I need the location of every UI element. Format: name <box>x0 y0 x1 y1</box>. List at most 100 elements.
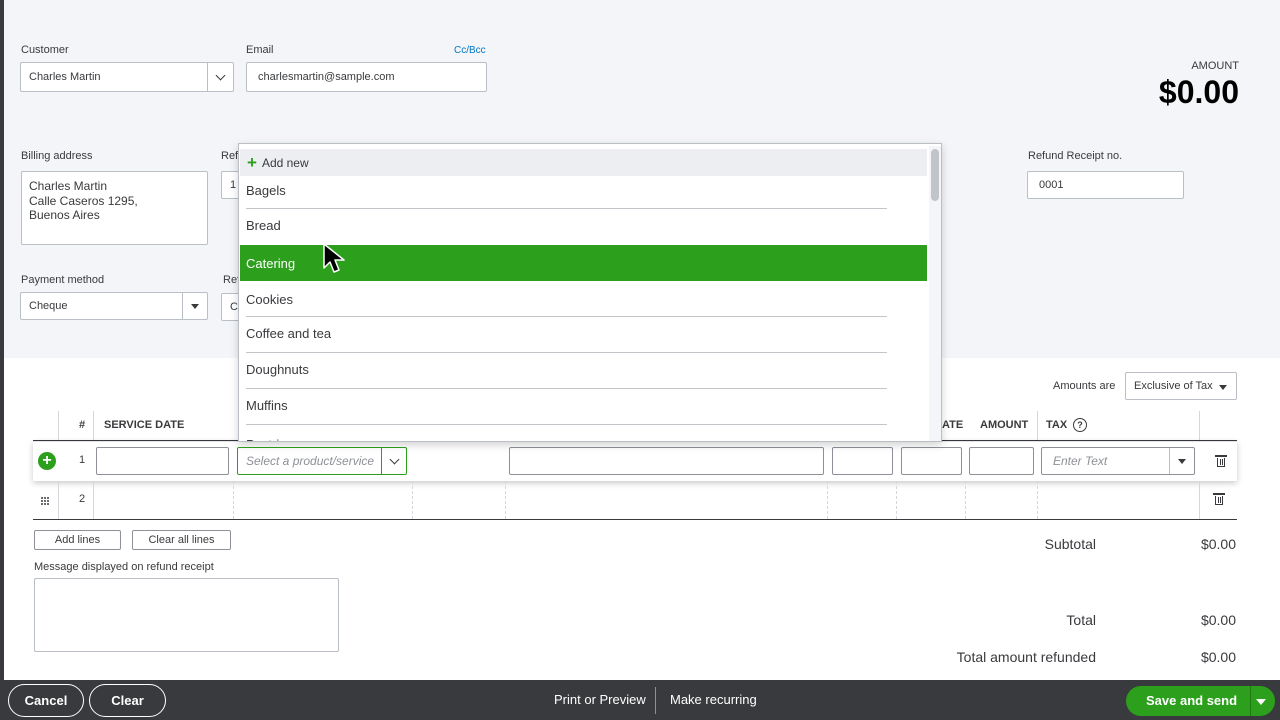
refund-receipt-no-label: Refund Receipt no. <box>1028 150 1123 162</box>
customer-select[interactable]: Charles Martin <box>20 62 234 92</box>
cc-bcc-link[interactable]: Cc/Bcc <box>454 45 486 56</box>
header-divider <box>1199 411 1200 440</box>
clear-button[interactable]: Clear <box>89 684 166 717</box>
table-bottom-border <box>33 519 1237 520</box>
clear-all-lines-button[interactable]: Clear all lines <box>132 530 231 550</box>
payment-method-value: Cheque <box>29 300 68 312</box>
help-icon[interactable]: ? <box>1073 418 1087 432</box>
refund-from-value: C <box>230 301 238 313</box>
add-new-label: Add new <box>261 155 309 170</box>
email-field[interactable]: charlesmartin@sample.com <box>246 62 487 92</box>
save-and-send-split-button[interactable]: Save and send <box>1126 686 1275 716</box>
row-divider <box>233 481 234 519</box>
refund-date-value: 1 <box>230 179 237 191</box>
delete-line-icon[interactable] <box>1215 455 1227 467</box>
dropdown-divider <box>246 352 887 353</box>
caret-down-icon <box>1219 385 1227 390</box>
add-line-icon[interactable]: + <box>38 452 56 470</box>
dropdown-option[interactable]: Cookies <box>246 287 887 312</box>
amounts-are-label: Amounts are <box>1053 380 1116 392</box>
total-label: Total <box>1066 612 1096 628</box>
amount-total: $0.00 <box>1158 74 1239 110</box>
row-number: 2 <box>79 493 86 505</box>
header-divider <box>58 411 59 440</box>
billing-line: Calle Caseros 1295, <box>29 193 138 208</box>
row-divider <box>1037 481 1038 519</box>
add-new-option[interactable]: + Add new <box>240 149 927 176</box>
header-amount: AMOUNT <box>980 419 1029 431</box>
message-textarea[interactable] <box>34 578 339 652</box>
scrollbar-thumb[interactable] <box>931 149 939 201</box>
dropdown-option[interactable]: Coffee and tea <box>246 321 887 346</box>
dropdown-option[interactable]: Bagels <box>246 178 887 203</box>
split-divider <box>1250 686 1251 716</box>
caret-down-icon[interactable] <box>182 293 207 319</box>
payment-method-label: Payment method <box>21 274 105 286</box>
mouse-cursor-icon <box>323 243 345 273</box>
caret-down-icon[interactable] <box>1169 448 1194 474</box>
refund-receipt-no-field[interactable]: 0001 <box>1027 171 1184 199</box>
amounts-are-value: Exclusive of Tax <box>1134 380 1213 392</box>
product-service-placeholder: Select a product/service <box>246 454 375 468</box>
refund-from-label: Ref <box>221 150 239 162</box>
header-divider <box>93 411 94 440</box>
product-service-dropdown[interactable]: + Add new Bagels Bread Catering Cookies … <box>238 143 942 442</box>
plus-icon: + <box>247 153 257 172</box>
chevron-down-icon[interactable] <box>207 63 233 91</box>
row-divider <box>896 481 897 519</box>
customer-value: Charles Martin <box>29 71 101 83</box>
billing-line: Charles Martin <box>29 179 108 193</box>
delete-line-icon[interactable] <box>1213 493 1225 505</box>
row-divider <box>1199 481 1200 519</box>
make-recurring-link[interactable]: Make recurring <box>670 692 757 707</box>
print-preview-link[interactable]: Print or Preview <box>554 692 646 707</box>
dropdown-divider <box>246 208 887 209</box>
row-divider <box>412 481 413 519</box>
dropdown-option[interactable]: Doughnuts <box>246 357 887 382</box>
tax-placeholder: Enter Text <box>1053 454 1108 468</box>
save-and-send-button[interactable]: Save and send <box>1146 693 1237 708</box>
dropdown-option[interactable]: Muffins <box>246 393 887 418</box>
rate-input[interactable] <box>901 447 962 475</box>
caret-down-icon[interactable] <box>1256 699 1266 705</box>
billing-address-label: Billing address <box>21 150 93 162</box>
row-divider <box>93 481 94 519</box>
drag-handle-icon[interactable] <box>40 495 50 505</box>
amount-input[interactable] <box>969 447 1034 475</box>
dropdown-divider <box>246 316 887 317</box>
message-label: Message displayed on refund receipt <box>34 561 214 573</box>
subtotal-label: Subtotal <box>1044 536 1096 552</box>
header-tax: TAX <box>1046 419 1068 431</box>
row-divider <box>505 481 506 519</box>
amounts-are-select[interactable]: Exclusive of Tax <box>1125 372 1237 400</box>
footer-divider <box>655 687 656 714</box>
left-edge <box>0 0 4 680</box>
refund-receipt-no-value: 0001 <box>1039 179 1064 191</box>
description-input[interactable] <box>509 447 824 475</box>
add-lines-button[interactable]: Add lines <box>34 530 121 550</box>
cancel-button[interactable]: Cancel <box>8 684 84 717</box>
tax-select[interactable]: Enter Text <box>1041 447 1195 475</box>
billing-address-field[interactable]: Charles Martin Calle Caseros 1295, Bueno… <box>21 171 208 245</box>
email-label: Email <box>246 44 274 56</box>
dropdown-option[interactable]: Pastries <box>246 432 887 441</box>
header-divider <box>1037 411 1038 440</box>
row-divider <box>58 481 59 519</box>
billing-line: Buenos Aires <box>29 208 100 222</box>
header-rate: ATE <box>942 419 964 431</box>
row-divider <box>965 481 966 519</box>
dropdown-divider <box>246 424 887 425</box>
total-value: $0.00 <box>1200 612 1236 628</box>
customer-label: Customer <box>21 44 69 56</box>
email-value: charlesmartin@sample.com <box>258 71 395 83</box>
header-num: # <box>79 419 86 431</box>
service-date-input[interactable] <box>96 447 229 475</box>
payment-method-select[interactable]: Cheque <box>20 292 208 320</box>
dropdown-option[interactable]: Bread <box>246 213 887 238</box>
total-refunded-label: Total amount refunded <box>956 649 1096 665</box>
chevron-down-icon[interactable] <box>381 448 406 474</box>
product-service-input[interactable]: Select a product/service <box>237 447 407 475</box>
qty-input[interactable] <box>832 447 893 475</box>
subtotal-value: $0.00 <box>1200 536 1236 552</box>
total-refunded-value: $0.00 <box>1200 649 1236 665</box>
